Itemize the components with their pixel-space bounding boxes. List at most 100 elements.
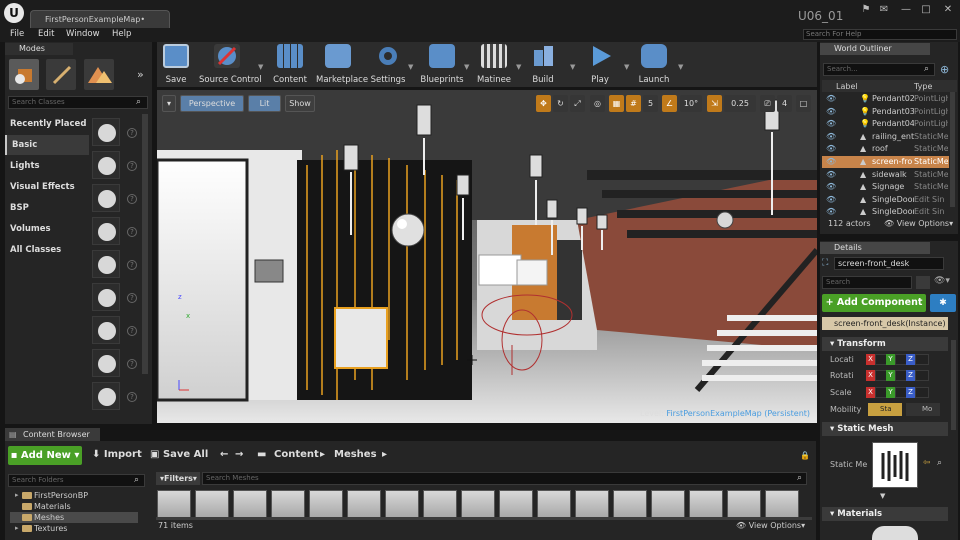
category-basic[interactable]: Basic: [5, 135, 89, 155]
visibility-eye-icon[interactable]: 👁: [826, 106, 836, 118]
minimize-button[interactable]: —: [898, 4, 914, 16]
pawn-icon[interactable]: [92, 184, 120, 212]
mesh-asset-thumbnail[interactable]: [651, 490, 685, 518]
breadcrumb-meshes[interactable]: Meshes: [334, 449, 377, 460]
show-button[interactable]: Show: [285, 95, 315, 112]
level-viewport[interactable]: [157, 90, 817, 423]
static-mesh-section-header[interactable]: ▾ Static Mesh: [822, 422, 948, 436]
outliner-row[interactable]: 👁 💡Pendant03PointLight: [822, 106, 949, 118]
play-button[interactable]: Play: [578, 44, 622, 85]
forward-button[interactable]: →: [235, 449, 243, 460]
outliner-row[interactable]: 👁 ▲ screen-froStaticMesh: [822, 156, 949, 168]
add-new-button[interactable]: ▪ Add New ▾: [8, 446, 82, 465]
menu-file[interactable]: File: [10, 29, 24, 39]
blueprint-add-script-icon[interactable]: ✱: [930, 294, 956, 312]
actor-icon[interactable]: [92, 151, 120, 179]
category-bsp[interactable]: BSP: [5, 198, 89, 218]
category-all-classes[interactable]: All Classes: [5, 240, 89, 260]
add-component-button[interactable]: + Add Component ▾: [822, 294, 926, 326]
camera-speed-value[interactable]: 4: [777, 95, 792, 112]
perspective-button[interactable]: Perspective: [180, 95, 244, 112]
mesh-asset-thumbnail[interactable]: [537, 490, 571, 518]
folder-meshes[interactable]: Meshes: [10, 512, 138, 523]
outliner-row[interactable]: 👁 ▲ sidewalk StaticMesh: [822, 169, 949, 181]
transform-section-header[interactable]: ▾ Transform: [822, 337, 948, 351]
settings-button[interactable]: Settings: [366, 44, 410, 85]
help-icon[interactable]: ?: [127, 359, 137, 369]
help-icon[interactable]: ?: [127, 293, 137, 303]
visibility-eye-icon[interactable]: 👁: [826, 169, 836, 181]
build-dropdown-icon[interactable]: ▼: [570, 62, 575, 72]
blueprints-dropdown-icon[interactable]: ▼: [464, 62, 469, 72]
assets-scrollbar[interactable]: [156, 517, 812, 520]
search-folders-input[interactable]: Search Folders: [8, 474, 145, 487]
modes-scrollbar[interactable]: [142, 114, 148, 374]
rotate-tool-icon[interactable]: ↻: [553, 95, 568, 112]
category-lights[interactable]: Lights: [5, 156, 89, 176]
visibility-eye-icon[interactable]: 👁: [826, 206, 836, 218]
launch-button[interactable]: Launch: [632, 44, 676, 85]
help-icon[interactable]: ?: [127, 194, 137, 204]
z-value-field[interactable]: [915, 370, 929, 381]
mesh-asset-thumbnail[interactable]: [575, 490, 609, 518]
menu-help[interactable]: Help: [112, 29, 131, 39]
menu-edit[interactable]: Edit: [38, 29, 54, 39]
translate-tool-icon[interactable]: ✥: [536, 95, 551, 112]
point-light-icon[interactable]: [92, 217, 120, 245]
marketplace-button[interactable]: Marketplace: [316, 44, 368, 85]
eye-icon[interactable]: 👁▾: [934, 276, 950, 286]
mesh-asset-thumbnail[interactable]: [423, 490, 457, 518]
mesh-asset-thumbnail[interactable]: [271, 490, 305, 518]
save-button[interactable]: Save: [154, 44, 198, 85]
launch-dropdown-icon[interactable]: ▼: [678, 62, 683, 72]
z-value-field[interactable]: [915, 387, 929, 398]
content-browser-tab[interactable]: Content Browser: [5, 428, 100, 441]
content-button[interactable]: Content: [268, 44, 312, 85]
outliner-row[interactable]: 👁 ▲ Signage StaticMesh: [822, 181, 949, 193]
material-thumbnail[interactable]: [872, 526, 918, 540]
cylinder-icon[interactable]: [92, 349, 120, 377]
maximize-button[interactable]: □: [918, 4, 934, 16]
grid-snap-value[interactable]: 5: [643, 95, 658, 112]
browse-asset-icon[interactable]: ⌕: [937, 458, 942, 468]
mesh-asset-thumbnail[interactable]: [765, 490, 799, 518]
matinee-button[interactable]: Matinee: [472, 44, 516, 85]
import-button[interactable]: ⬇ Import: [92, 449, 142, 460]
surface-snap-icon[interactable]: ▦: [609, 95, 624, 112]
maximize-viewport-icon[interactable]: □: [796, 95, 811, 112]
landscape-mode-icon[interactable]: [84, 59, 114, 90]
label-column-header[interactable]: Label: [836, 82, 858, 91]
help-icon[interactable]: ?: [127, 392, 137, 402]
folder-materials[interactable]: Materials: [10, 501, 138, 512]
mesh-asset-thumbnail[interactable]: [233, 490, 267, 518]
scale-snap-value[interactable]: 0.25: [724, 95, 756, 112]
close-button[interactable]: ✕: [940, 4, 956, 16]
scale-snap-icon[interactable]: ⇲: [707, 95, 722, 112]
mesh-asset-thumbnail[interactable]: [461, 490, 495, 518]
outliner-view-options[interactable]: 👁 View Options▾: [884, 219, 953, 228]
breadcrumb-content[interactable]: Content: [274, 449, 319, 460]
feedback-icon[interactable]: ✉: [876, 4, 892, 16]
settings-dropdown-icon[interactable]: ▼: [408, 62, 413, 72]
help-search-input[interactable]: Search For Help: [803, 29, 957, 40]
help-icon[interactable]: ?: [127, 260, 137, 270]
outliner-scrollbar[interactable]: [950, 92, 955, 207]
visibility-eye-icon[interactable]: 👁: [826, 93, 836, 105]
visibility-eye-icon[interactable]: 👁: [826, 118, 836, 130]
visibility-eye-icon[interactable]: 👁: [826, 131, 836, 143]
component-instance[interactable]: screen-front_desk(Instance): [822, 317, 948, 330]
save-all-button[interactable]: ▣ Save All: [150, 449, 208, 460]
sphere-icon[interactable]: [92, 316, 120, 344]
paint-mode-icon[interactable]: [46, 59, 76, 90]
play-dropdown-icon[interactable]: ▼: [624, 62, 629, 72]
visibility-eye-icon[interactable]: 👁: [826, 181, 836, 193]
actor-name-field[interactable]: screen-front_desk: [834, 257, 944, 270]
z-value-field[interactable]: [915, 354, 929, 365]
unreal-logo-icon[interactable]: U: [4, 3, 24, 23]
expand-arrow-icon[interactable]: ▼: [880, 492, 885, 500]
outliner-row[interactable]: 👁 ▲ SingleDoor Edit Sin: [822, 206, 949, 218]
back-button[interactable]: ←: [220, 449, 228, 460]
visibility-eye-icon[interactable]: 👁: [826, 143, 836, 155]
notification-icon[interactable]: ⚑: [858, 4, 874, 16]
content-view-options[interactable]: 👁 View Options▾: [736, 521, 805, 530]
